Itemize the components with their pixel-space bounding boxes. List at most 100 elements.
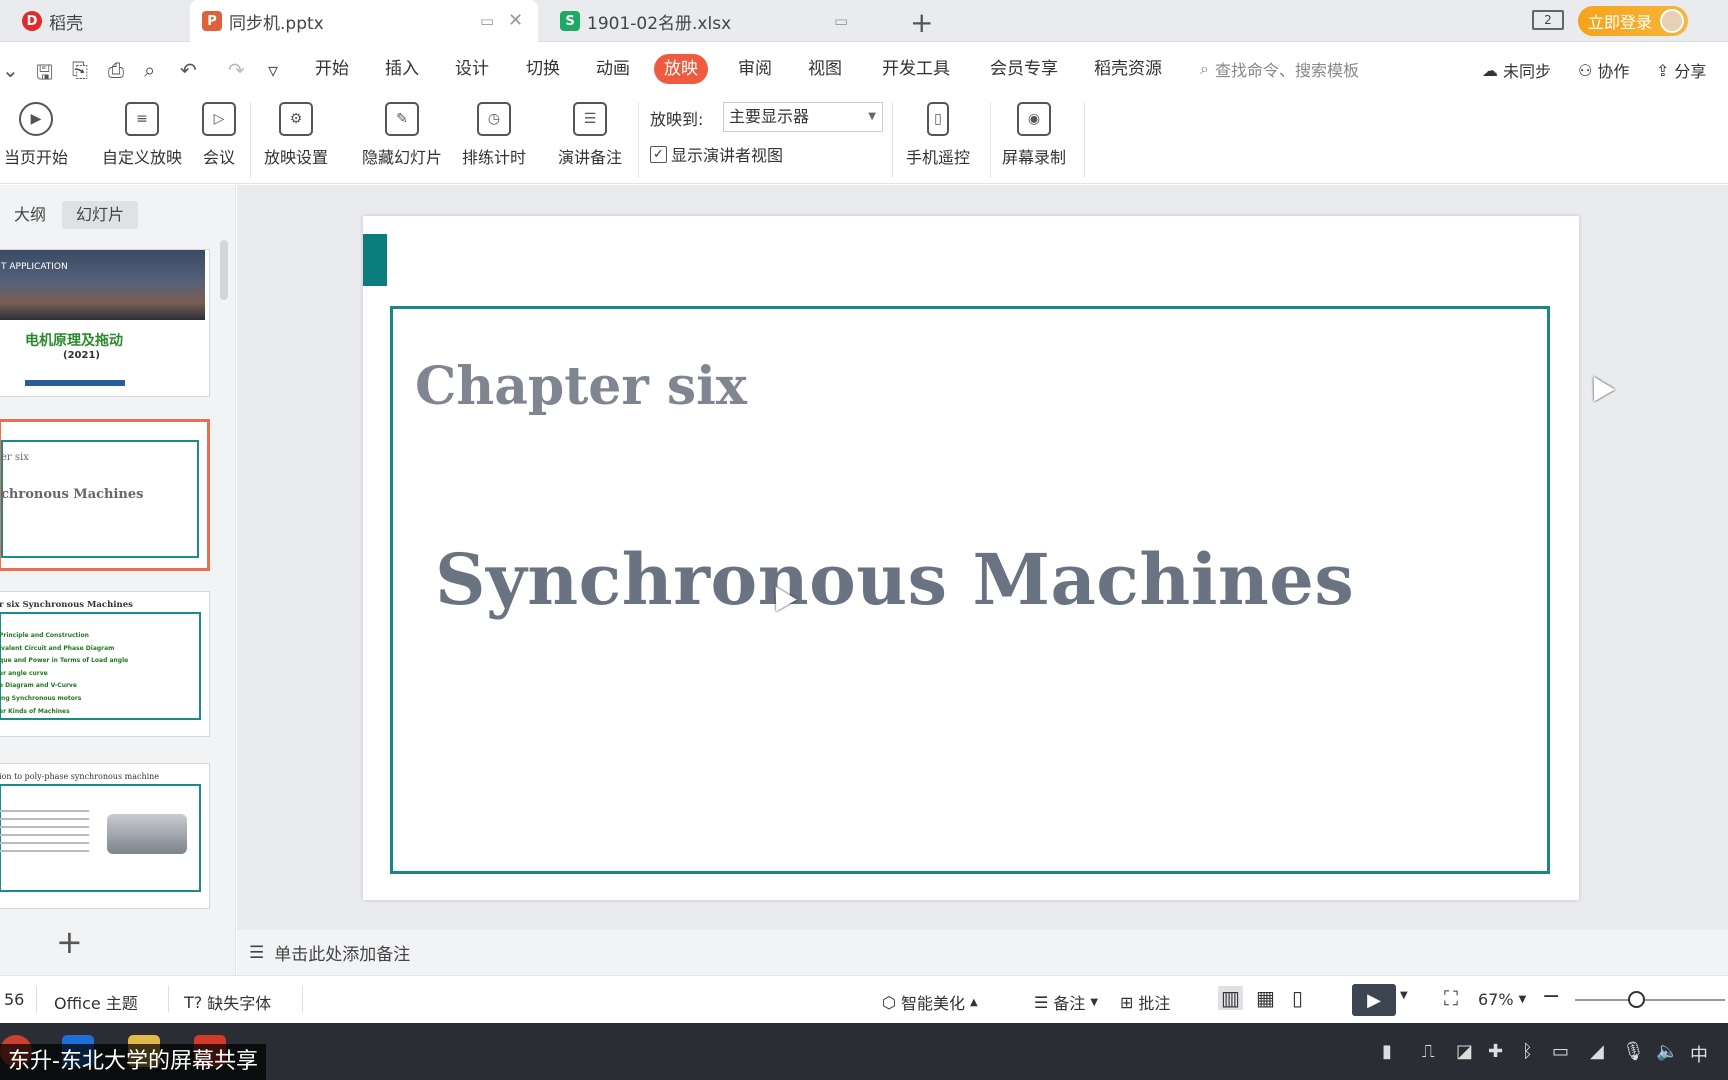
battery-icon[interactable]: ▮	[1382, 1041, 1392, 1062]
input-method-icon[interactable]: 中	[1690, 1041, 1708, 1067]
chevron-down-icon: ▼	[1090, 996, 1099, 1008]
separator	[168, 986, 169, 1012]
tab-slides[interactable]: 幻灯片	[62, 201, 139, 229]
slide-thumbnail-4[interactable]: ion to poly-phase synchronous machine	[0, 763, 210, 909]
menu-home[interactable]: 开始	[305, 54, 359, 84]
chevron-down-icon[interactable]: ▼	[1400, 990, 1408, 1001]
comments-button[interactable]: ⊞ 批注	[1120, 990, 1170, 1014]
volume-icon[interactable]: 🔈	[1656, 1041, 1678, 1062]
notes-toggle-button[interactable]: ☰ 备注 ▼	[1034, 990, 1098, 1014]
window-layout-icon[interactable]: 2	[1532, 10, 1564, 30]
play-icon: ▶	[1367, 989, 1381, 1011]
collaborate-button[interactable]: ⚇ 协作	[1578, 58, 1629, 82]
command-search[interactable]: ⌕ 查找命令、搜索模板	[1200, 57, 1359, 81]
notes-placeholder: 单击此处添加备注	[274, 945, 411, 965]
show-settings-button[interactable]: ⚙ 放映设置	[264, 102, 328, 168]
presenter-view-checkbox[interactable]: ✓ 显示演讲者视图	[650, 142, 783, 166]
from-current-slide-button[interactable]: ▶ 当页开始	[4, 102, 68, 168]
chevron-icon[interactable]: ⌄	[2, 58, 19, 82]
meeting-button[interactable]: ▷ 会议	[202, 102, 236, 168]
city-skyline-image	[0, 250, 205, 320]
play-slideshow-button[interactable]: ▶	[1352, 984, 1396, 1016]
zoom-out-icon[interactable]: −	[1542, 984, 1560, 1009]
screen-record-icon: ◉	[1017, 102, 1051, 136]
print-icon[interactable]: ⎙	[108, 58, 124, 82]
menu-member[interactable]: 会员专享	[980, 54, 1068, 84]
video-meeting-icon: ▷	[202, 102, 236, 136]
slide-chapter-heading[interactable]: Chapter six	[415, 356, 747, 417]
theme-name[interactable]: Office 主题	[54, 990, 138, 1014]
tray-app-icon[interactable]: ✚	[1488, 1041, 1503, 1062]
button-label: 放映设置	[264, 148, 329, 167]
usb-icon[interactable]: ⎍	[1422, 1041, 1435, 1062]
customize-icon[interactable]: ▿	[268, 58, 278, 82]
missing-font-button[interactable]: T? 缺失字体	[184, 990, 271, 1014]
menu-review[interactable]: 审阅	[728, 54, 782, 84]
monitor-select[interactable]: 主要显示器 ▼	[723, 102, 883, 132]
smart-beautify-button[interactable]: ⬡ 智能美化 ▲	[882, 990, 978, 1014]
menu-developer[interactable]: 开发工具	[872, 54, 960, 84]
checkbox-checked-icon[interactable]: ✓	[650, 145, 667, 163]
bluetooth-icon[interactable]: ᛒ	[1522, 1041, 1533, 1062]
menu-view[interactable]: 视图	[798, 54, 852, 84]
tab-label: 1901-02名册.xlsx	[587, 13, 732, 34]
power-icon[interactable]: ▭	[1552, 1041, 1569, 1062]
close-tab-icon[interactable]: ✕	[508, 10, 523, 31]
title-tab-bar: D 稻壳 P 同步机.pptx ▭ ✕ S 1901-02名册.xlsx ▭ +…	[0, 0, 1728, 42]
zoom-level-dropdown[interactable]: 67% ▼	[1478, 990, 1526, 1009]
menu-design[interactable]: 设计	[445, 54, 499, 84]
save-icon[interactable]: 🖫	[36, 58, 53, 92]
thumbnail-scrollbar[interactable]	[220, 240, 228, 300]
hide-slide-button[interactable]: ✎ 隐藏幻灯片	[362, 102, 442, 168]
slide-sorter-icon[interactable]: ▦	[1256, 986, 1275, 1010]
zoom-slider[interactable]	[1575, 999, 1725, 1001]
speaker-notes-button[interactable]: ☰ 演讲备注	[558, 102, 622, 168]
avatar	[1660, 9, 1684, 33]
monitor-icon[interactable]: ▭	[480, 12, 494, 30]
menu-slideshow[interactable]: 放映	[654, 54, 708, 84]
rehearse-timing-button[interactable]: ◷ 排练计时	[462, 102, 526, 168]
reading-view-icon[interactable]: ▯	[1292, 986, 1303, 1010]
slide-thumbnail-2-selected[interactable]: er six chronous Machines	[0, 419, 210, 571]
notes-pane[interactable]: ☰ 单击此处添加备注	[237, 930, 1728, 975]
custom-show-button[interactable]: ≡ 自定义放映	[102, 102, 182, 168]
button-label: 演讲备注	[558, 148, 623, 167]
sync-button[interactable]: ☁ 未同步	[1482, 58, 1551, 82]
separator	[302, 986, 303, 1012]
tab-xlsx-document[interactable]: S 1901-02名册.xlsx ▭	[548, 0, 876, 42]
menu-docer-resources[interactable]: 稻壳资源	[1084, 54, 1172, 84]
tab-outline[interactable]: 大纲	[0, 201, 60, 229]
screen-record-button[interactable]: ◉ 屏幕录制	[1002, 102, 1066, 168]
menu-animation[interactable]: 动画	[586, 54, 640, 84]
print-preview-icon[interactable]: ⌕	[144, 58, 155, 82]
slide-thumbnail-1[interactable]: T APPLICATION 电机原理及拖动 (2021)	[0, 249, 210, 397]
tab-pptx-document[interactable]: P 同步机.pptx ▭ ✕	[190, 0, 538, 42]
normal-view-icon[interactable]: ▥	[1218, 986, 1243, 1010]
zoom-slider-handle[interactable]	[1628, 991, 1645, 1008]
add-slide-plus-icon[interactable]: +	[56, 923, 83, 961]
export-icon[interactable]: ⎘	[72, 58, 88, 82]
undo-icon[interactable]: ↶	[180, 58, 197, 82]
share-label: 分享	[1674, 62, 1707, 81]
wifi-icon[interactable]: ◢	[1590, 1041, 1604, 1062]
thumb-contents-list: Principle and Construction ivalent Circu…	[0, 630, 128, 718]
tray-app-icon[interactable]: ◪	[1456, 1041, 1473, 1062]
redo-icon[interactable]: ↷	[228, 58, 245, 82]
custom-show-icon: ≡	[125, 102, 159, 136]
share-button[interactable]: ⇪ 分享	[1656, 58, 1706, 82]
play-circle-icon: ▶	[19, 102, 53, 136]
monitor-icon[interactable]: ▭	[834, 12, 848, 30]
menu-transition[interactable]: 切换	[516, 54, 570, 84]
slide-thumbnail-3[interactable]: r six Synchronous Machines Principle and…	[0, 591, 210, 737]
new-tab-plus-icon[interactable]: +	[910, 6, 933, 39]
slide-main-title[interactable]: Synchronous Machines	[435, 538, 1354, 621]
menu-insert[interactable]: 插入	[375, 54, 429, 84]
microphone-icon[interactable]: 🎙	[1622, 1041, 1645, 1062]
list-item: e Diagram and V-Curve	[0, 682, 77, 690]
current-slide[interactable]: Chapter six Synchronous Machines	[363, 216, 1579, 900]
tab-docer-home[interactable]: D 稻壳	[10, 0, 188, 42]
login-button[interactable]: 立即登录	[1578, 6, 1688, 36]
phone-remote-button[interactable]: ▯ 手机遥控	[906, 102, 970, 168]
thumb-title: chronous Machines	[1, 487, 144, 502]
fit-window-icon[interactable]: ⛶	[1444, 986, 1458, 1010]
